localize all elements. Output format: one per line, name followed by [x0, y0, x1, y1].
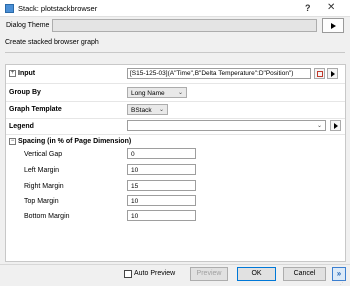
row-divider [6, 118, 345, 119]
spacing-collapse-icon[interactable]: − [9, 138, 16, 145]
right-margin-label: Right Margin [24, 183, 64, 190]
dialog-theme-menu-button[interactable] [322, 18, 344, 33]
input-field[interactable]: [S15-125-03](A"Time",B"Delta Temperature… [127, 68, 311, 79]
chevron-down-icon: ⌄ [158, 107, 164, 113]
app-icon [5, 4, 14, 13]
group-by-label: Group By [9, 89, 41, 96]
vertical-gap-input[interactable]: 0 [127, 148, 196, 159]
auto-preview-checkbox[interactable] [124, 270, 132, 278]
footer-divider [0, 264, 350, 265]
row-divider [6, 101, 345, 102]
window-title: Stack: plotstackbrowser [18, 4, 98, 13]
range-picker-icon[interactable] [314, 68, 325, 79]
top-margin-label: Top Margin [24, 198, 59, 205]
close-button[interactable]: ✕ [327, 2, 335, 13]
top-margin-input[interactable]: 10 [127, 195, 196, 206]
spacing-group-label: Spacing (in % of Page Dimension) [18, 138, 132, 145]
group-by-value: Long Name [131, 90, 165, 97]
play-icon [334, 123, 338, 129]
divider [5, 52, 345, 53]
group-by-select[interactable]: Long Name ⌄ [127, 87, 187, 98]
left-margin-input[interactable]: 10 [127, 164, 196, 175]
cancel-button[interactable]: Cancel [283, 267, 326, 281]
play-icon [331, 71, 335, 77]
input-menu-button[interactable] [327, 68, 338, 79]
preview-button[interactable]: Preview [190, 267, 228, 281]
ok-button[interactable]: OK [237, 267, 276, 281]
right-margin-input[interactable]: 15 [127, 180, 196, 191]
bottom-margin-label: Bottom Margin [24, 213, 70, 220]
input-expand-icon[interactable]: + [9, 70, 16, 77]
vertical-gap-label: Vertical Gap [24, 151, 63, 158]
chevron-down-icon: ⌄ [177, 90, 183, 96]
legend-label: Legend [9, 123, 34, 130]
graph-template-value: BStack [131, 107, 152, 114]
chevron-down-icon: ⌄ [316, 123, 322, 129]
dialog-description: Create stacked browser graph [5, 39, 99, 46]
resize-grip-icon[interactable]: ⋰ [340, 280, 348, 286]
legend-menu-button[interactable] [330, 120, 341, 131]
row-divider [6, 83, 345, 84]
legend-input[interactable]: ⌄ [127, 120, 326, 131]
row-divider [6, 134, 345, 135]
dialog-theme-input[interactable] [52, 19, 317, 32]
collapse-dialog-button[interactable]: » [332, 267, 346, 281]
help-button[interactable]: ? [305, 3, 311, 13]
left-margin-label: Left Margin [24, 167, 60, 174]
dialog-theme-label: Dialog Theme [6, 22, 50, 29]
bottom-margin-input[interactable]: 10 [127, 210, 196, 221]
input-label: Input [18, 70, 36, 77]
auto-preview-label: Auto Preview [134, 270, 176, 277]
graph-template-label: Graph Template [9, 106, 62, 113]
play-icon [331, 22, 336, 29]
graph-template-select[interactable]: BStack ⌄ [127, 104, 168, 115]
